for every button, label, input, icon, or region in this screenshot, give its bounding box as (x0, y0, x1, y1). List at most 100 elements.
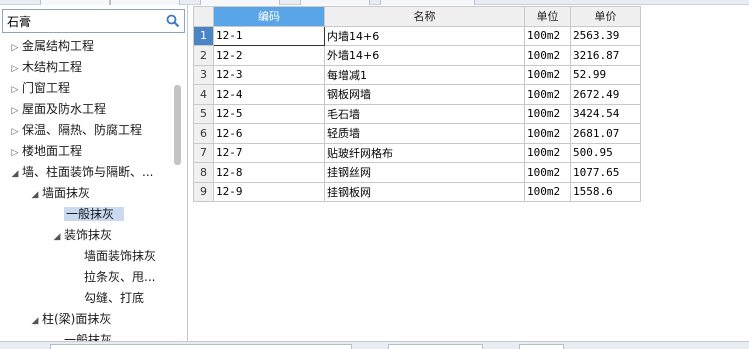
name-cell[interactable]: 每增减1 (324, 64, 525, 85)
price-cell[interactable]: 3424.54 (570, 103, 641, 124)
unit-cell[interactable]: 100m2 (524, 64, 571, 85)
unit-cell[interactable]: 100m2 (524, 142, 571, 163)
name-cell[interactable]: 挂钢丝网 (324, 162, 525, 183)
name-cell[interactable]: 挂钢板网 (324, 181, 525, 202)
expand-down-icon[interactable]: ◢ (28, 185, 42, 206)
table-row[interactable]: 8 12-8 挂钢丝网 100m2 1077.65 (193, 162, 641, 183)
name-cell[interactable]: 贴玻纤网格布 (324, 142, 525, 163)
column-header-unit[interactable]: 单位 (524, 6, 571, 27)
table-row[interactable]: 7 12-7 贴玻纤网格布 100m2 500.95 (193, 142, 641, 163)
unit-cell[interactable]: 100m2 (524, 181, 571, 202)
tree-item[interactable]: 一般抹灰 (50, 204, 125, 225)
name-cell[interactable]: 外墙14+6 (324, 45, 525, 66)
expand-right-icon[interactable]: ▷ (8, 80, 22, 101)
code-cell[interactable]: 12-2 (213, 45, 325, 66)
code-cell[interactable]: 12-6 (213, 123, 325, 144)
unit-cell[interactable]: 100m2 (524, 84, 571, 105)
table-row[interactable]: 5 12-5 毛石墙 100m2 3424.54 (193, 103, 641, 124)
name-cell[interactable]: 内墙14+6 (324, 25, 525, 46)
unit-cell[interactable]: 100m2 (524, 25, 571, 46)
tree-item-label: 装饰抹灰 (64, 228, 113, 242)
tree-item[interactable]: 拉条灰、甩... (70, 267, 155, 288)
tree-item-label: 墙、柱面装饰与隔断、... (22, 165, 154, 179)
unit-cell[interactable]: 100m2 (524, 162, 571, 183)
bottom-field[interactable] (50, 344, 352, 349)
row-number-cell[interactable]: 2 (193, 45, 214, 66)
table-row[interactable]: 9 12-9 挂钢板网 100m2 1558.6 (193, 181, 641, 202)
name-cell[interactable]: 毛石墙 (324, 103, 525, 124)
code-cell[interactable]: 12-5 (213, 103, 325, 124)
tree-item[interactable]: ▷ 门窗工程 (8, 78, 70, 99)
name-cell[interactable]: 钢板网墙 (324, 84, 525, 105)
name-cell[interactable]: 轻质墙 (324, 123, 525, 144)
row-number-cell[interactable]: 1 (193, 25, 214, 46)
price-cell[interactable]: 3216.87 (570, 45, 641, 66)
tree-item-label: 楼地面工程 (22, 144, 83, 158)
table-row[interactable]: 4 12-4 钢板网墙 100m2 2672.49 (193, 84, 641, 105)
price-cell[interactable]: 1558.6 (570, 181, 641, 202)
expand-right-icon[interactable]: ▷ (8, 143, 22, 164)
expand-down-icon[interactable]: ◢ (8, 164, 22, 185)
table-row[interactable]: 3 12-3 每增减1 100m2 52.99 (193, 64, 641, 85)
row-number-cell[interactable]: 3 (193, 64, 214, 85)
expand-down-icon[interactable]: ◢ (50, 227, 64, 248)
table-row[interactable]: 2 12-2 外墙14+6 100m2 3216.87 (193, 45, 641, 66)
expand-right-icon[interactable]: ▷ (8, 59, 22, 80)
row-number-cell[interactable]: 7 (193, 142, 214, 163)
table-row[interactable]: 1 12-1 内墙14+6 100m2 2563.39 (193, 25, 641, 46)
tree-item[interactable]: ▷ 保温、隔热、防腐工程 (8, 120, 142, 141)
price-cell[interactable]: 2672.49 (570, 84, 641, 105)
row-number-cell[interactable]: 6 (193, 123, 214, 144)
column-header-code[interactable]: 编码 (213, 6, 325, 27)
expand-down-icon[interactable]: ◢ (28, 311, 42, 332)
row-number-cell[interactable]: 8 (193, 162, 214, 183)
tree-scrollbar[interactable] (174, 85, 181, 165)
tree-item-label: 门窗工程 (22, 81, 71, 95)
price-cell[interactable]: 500.95 (570, 142, 641, 163)
unit-cell[interactable]: 100m2 (524, 45, 571, 66)
code-cell[interactable]: 12-1 (213, 25, 325, 46)
bottom-field[interactable] (388, 344, 483, 349)
tree-item-label: 屋面及防水工程 (22, 102, 107, 116)
tree-item[interactable]: 一般抹灰 (50, 330, 112, 341)
search-input[interactable] (3, 10, 163, 32)
column-header-name[interactable]: 名称 (324, 6, 525, 27)
tree-item[interactable]: ▷ 木结构工程 (8, 57, 82, 78)
unit-cell[interactable]: 100m2 (524, 123, 571, 144)
table-row[interactable]: 6 12-6 轻质墙 100m2 2681.07 (193, 123, 641, 144)
price-cell[interactable]: 2563.39 (570, 25, 641, 46)
corner-header[interactable] (193, 6, 214, 27)
tree-item[interactable]: ▷ 楼地面工程 (8, 141, 82, 162)
bottom-field[interactable] (519, 344, 564, 349)
category-tree-panel: ▷金属结构工程▷木结构工程▷门窗工程▷屋面及防水工程▷保温、隔热、防腐工程▷楼地… (0, 5, 188, 341)
tree-item-label: 一般抹灰 (64, 333, 113, 341)
tree-item[interactable]: ▷ 屋面及防水工程 (8, 99, 106, 120)
code-cell[interactable]: 12-4 (213, 84, 325, 105)
tree-item[interactable]: ◢ 墙面抹灰 (28, 183, 90, 204)
price-cell[interactable]: 2681.07 (570, 123, 641, 144)
tree-item-label: 一般抹灰 (64, 207, 125, 221)
tree-item[interactable]: 勾缝、打底 (70, 288, 144, 309)
price-cell[interactable]: 52.99 (570, 64, 641, 85)
tree-item-label: 墙面装饰抹灰 (84, 249, 157, 263)
price-cell[interactable]: 1077.65 (570, 162, 641, 183)
unit-cell[interactable]: 100m2 (524, 103, 571, 124)
code-cell[interactable]: 12-7 (213, 142, 325, 163)
expand-right-icon[interactable]: ▷ (8, 122, 22, 143)
code-cell[interactable]: 12-3 (213, 64, 325, 85)
tree-item[interactable]: ◢ 墙、柱面装饰与隔断、... (8, 162, 154, 185)
tree-item[interactable]: 墙面装饰抹灰 (70, 246, 156, 267)
table-body: 1 12-1 内墙14+6 100m2 2563.39 2 12-2 外墙14+6 100m2 3… (193, 25, 641, 202)
tree-item[interactable]: ◢ 柱(梁)面抹灰 (28, 309, 112, 332)
tree-item[interactable]: ▷ 金属结构工程 (8, 36, 94, 57)
expand-right-icon[interactable]: ▷ (8, 38, 22, 59)
code-cell[interactable]: 12-8 (213, 162, 325, 183)
code-cell[interactable]: 12-9 (213, 181, 325, 202)
column-header-price[interactable]: 单价 (570, 6, 641, 27)
search-icon[interactable] (166, 14, 180, 28)
row-number-cell[interactable]: 9 (193, 181, 214, 202)
row-number-cell[interactable]: 5 (193, 103, 214, 124)
row-number-cell[interactable]: 4 (193, 84, 214, 105)
tree-item[interactable]: ◢ 装饰抹灰 (50, 225, 112, 246)
expand-right-icon[interactable]: ▷ (8, 101, 22, 122)
